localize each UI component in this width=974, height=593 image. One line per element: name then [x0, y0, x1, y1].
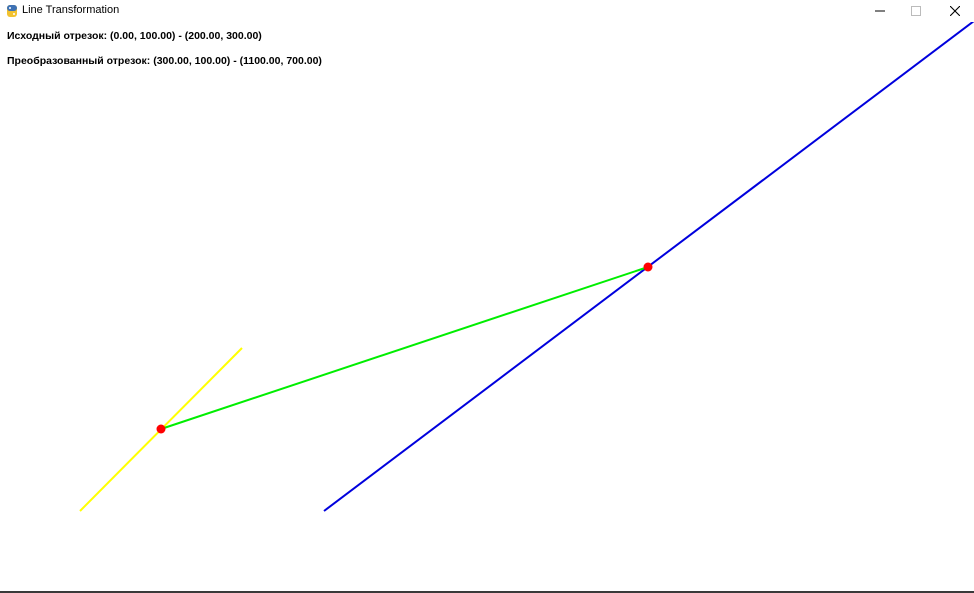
original-point	[156, 424, 166, 434]
minimize-icon	[875, 10, 885, 12]
snake-icon	[7, 5, 17, 17]
maximize-button[interactable]	[898, 0, 934, 22]
window-title: Line Transformation	[22, 4, 120, 16]
drawing-canvas	[79, 22, 974, 512]
close-button[interactable]	[937, 0, 973, 22]
title-bar[interactable]: Line Transformation	[0, 0, 974, 22]
minimize-button[interactable]	[862, 0, 898, 22]
connector-line	[160, 266, 649, 430]
maximize-icon	[911, 6, 921, 16]
transformed-point	[643, 262, 653, 272]
original-segment-label: Исходный отрезок: (0.00, 100.00) - (200.…	[7, 30, 262, 42]
close-icon	[950, 6, 960, 16]
app-window: Line Transformation Исходный отрезок: (0…	[0, 0, 974, 593]
transformed-segment-label: Преобразованный отрезок: (300.00, 100.00…	[7, 55, 322, 67]
